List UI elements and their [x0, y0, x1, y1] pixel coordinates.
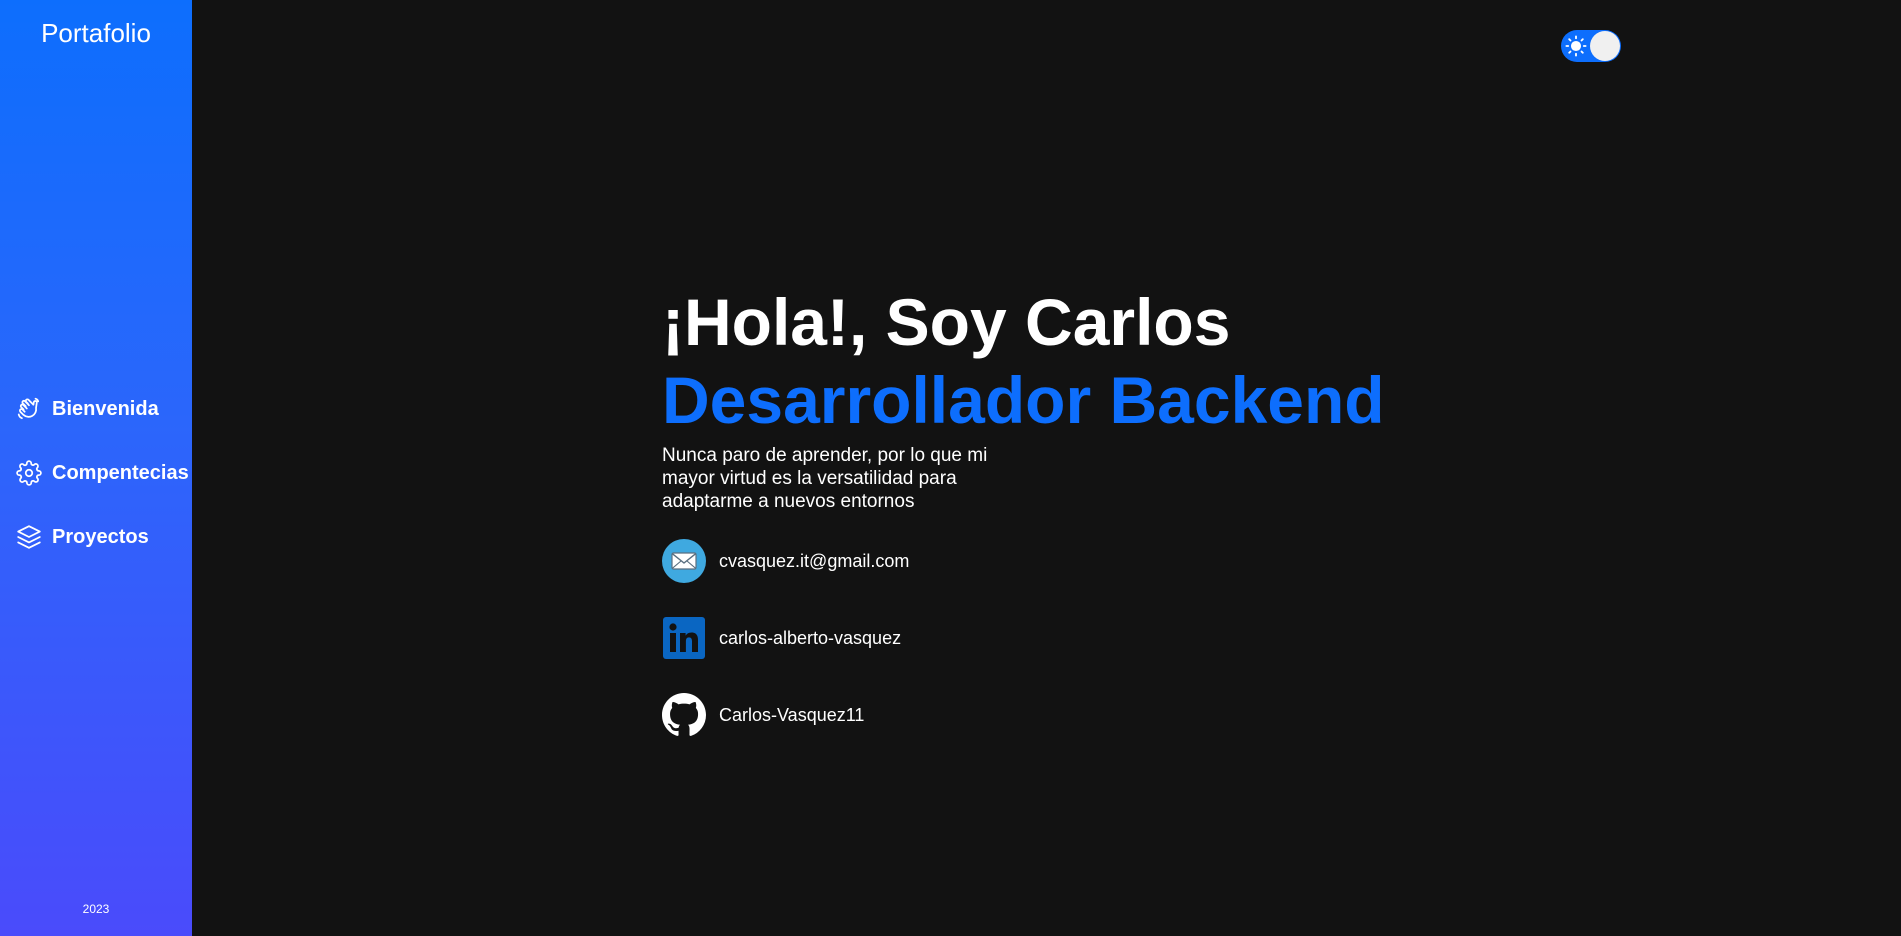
contact-github-text: Carlos-Vasquez11	[719, 704, 865, 725]
gear-icon	[16, 460, 42, 486]
layers-icon	[16, 524, 42, 550]
contact-list: cvasquez.it@gmail.com carlos-alberto-vas…	[662, 539, 1422, 737]
contact-email[interactable]: cvasquez.it@gmail.com	[662, 539, 1422, 583]
contact-linkedin[interactable]: carlos-alberto-vasquez	[662, 616, 1422, 660]
sidebar-item-label: Proyectos	[52, 525, 149, 548]
toggle-knob[interactable]	[1590, 31, 1620, 61]
contact-email-text: cvasquez.it@gmail.com	[719, 550, 910, 571]
sidebar: Portafolio Bienvenida Compentecias Proye…	[0, 0, 192, 936]
theme-toggle[interactable]	[1561, 30, 1621, 62]
role-heading: Desarrollador Backend	[662, 363, 1385, 437]
brand-title[interactable]: Portafolio	[0, 18, 192, 49]
greeting-heading: ¡Hola!, Soy Carlos	[662, 285, 1231, 359]
envelope-icon	[662, 539, 706, 583]
sidebar-item-label: Compentecias	[52, 461, 189, 484]
sidebar-item-compentecias[interactable]: Compentecias	[16, 457, 189, 489]
linkedin-icon	[662, 616, 706, 660]
sidebar-nav: Bienvenida Compentecias Proyectos	[16, 393, 189, 585]
footer-year: 2023	[82, 902, 110, 916]
sidebar-item-label: Bienvenida	[52, 397, 159, 420]
waving-hand-icon	[16, 396, 42, 422]
contact-linkedin-text: carlos-alberto-vasquez	[719, 627, 902, 648]
hero-section: ¡Hola!, Soy Carlos Desarrollador Backend…	[662, 284, 1422, 770]
sidebar-item-proyectos[interactable]: Proyectos	[16, 521, 189, 553]
contact-github[interactable]: Carlos-Vasquez11	[662, 693, 1422, 737]
sidebar-item-bienvenida[interactable]: Bienvenida	[16, 393, 189, 425]
tagline-text: Nunca paro de aprender, por lo que mi ma…	[662, 445, 988, 512]
github-icon	[662, 693, 706, 737]
sun-icon	[1565, 35, 1587, 57]
